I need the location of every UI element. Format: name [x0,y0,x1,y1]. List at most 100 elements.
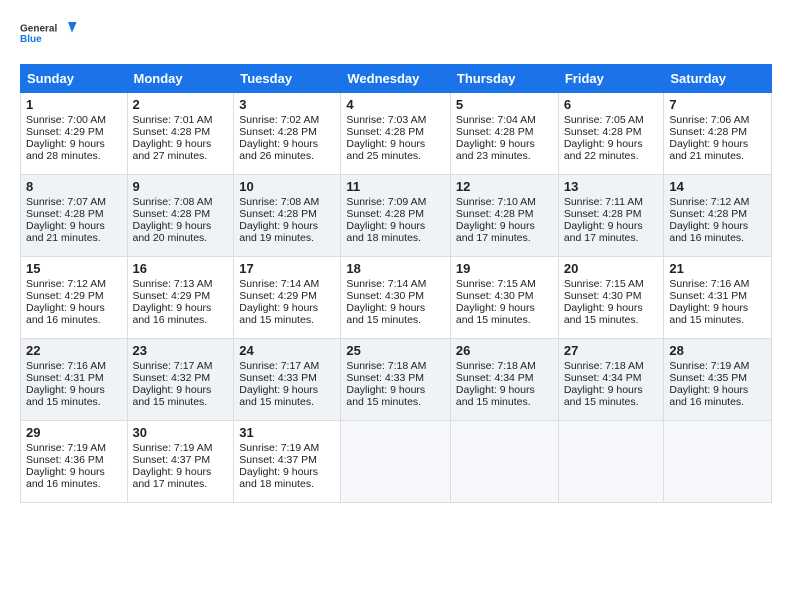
sunrise-time: Sunrise: 7:18 AM [564,360,644,372]
day-number: 12 [456,179,553,194]
weekday-header-thursday: Thursday [450,65,558,93]
day-number: 9 [133,179,229,194]
daylight-hours: Daylight: 9 hours and 17 minutes. [133,466,212,490]
calendar-cell: 20Sunrise: 7:15 AMSunset: 4:30 PMDayligh… [558,257,664,339]
sunrise-time: Sunrise: 7:18 AM [346,360,426,372]
daylight-hours: Daylight: 9 hours and 19 minutes. [239,220,318,244]
day-number: 31 [239,425,335,440]
calendar-cell: 9Sunrise: 7:08 AMSunset: 4:28 PMDaylight… [127,175,234,257]
sunrise-time: Sunrise: 7:19 AM [26,442,106,454]
week-row-4: 22Sunrise: 7:16 AMSunset: 4:31 PMDayligh… [21,339,772,421]
calendar: SundayMondayTuesdayWednesdayThursdayFrid… [20,64,772,503]
sunrise-time: Sunrise: 7:19 AM [133,442,213,454]
sunset-time: Sunset: 4:28 PM [239,126,317,138]
sunrise-time: Sunrise: 7:19 AM [669,360,749,372]
daylight-hours: Daylight: 9 hours and 21 minutes. [669,138,748,162]
sunset-time: Sunset: 4:28 PM [26,208,104,220]
week-row-1: 1Sunrise: 7:00 AMSunset: 4:29 PMDaylight… [21,93,772,175]
calendar-cell: 8Sunrise: 7:07 AMSunset: 4:28 PMDaylight… [21,175,128,257]
day-number: 10 [239,179,335,194]
calendar-cell: 11Sunrise: 7:09 AMSunset: 4:28 PMDayligh… [341,175,451,257]
sunrise-time: Sunrise: 7:12 AM [669,196,749,208]
day-number: 18 [346,261,445,276]
daylight-hours: Daylight: 9 hours and 22 minutes. [564,138,643,162]
calendar-cell: 26Sunrise: 7:18 AMSunset: 4:34 PMDayligh… [450,339,558,421]
daylight-hours: Daylight: 9 hours and 15 minutes. [239,384,318,408]
sunset-time: Sunset: 4:37 PM [239,454,317,466]
sunrise-time: Sunrise: 7:17 AM [133,360,213,372]
calendar-cell: 25Sunrise: 7:18 AMSunset: 4:33 PMDayligh… [341,339,451,421]
sunrise-time: Sunrise: 7:17 AM [239,360,319,372]
day-number: 2 [133,97,229,112]
daylight-hours: Daylight: 9 hours and 23 minutes. [456,138,535,162]
calendar-cell: 30Sunrise: 7:19 AMSunset: 4:37 PMDayligh… [127,421,234,503]
sunset-time: Sunset: 4:28 PM [456,208,534,220]
sunrise-time: Sunrise: 7:12 AM [26,278,106,290]
sunrise-time: Sunrise: 7:11 AM [564,196,643,208]
sunset-time: Sunset: 4:28 PM [564,208,642,220]
sunset-time: Sunset: 4:32 PM [133,372,211,384]
day-number: 6 [564,97,659,112]
sunset-time: Sunset: 4:28 PM [239,208,317,220]
daylight-hours: Daylight: 9 hours and 16 minutes. [669,384,748,408]
daylight-hours: Daylight: 9 hours and 18 minutes. [346,220,425,244]
week-row-3: 15Sunrise: 7:12 AMSunset: 4:29 PMDayligh… [21,257,772,339]
calendar-cell: 17Sunrise: 7:14 AMSunset: 4:29 PMDayligh… [234,257,341,339]
sunrise-time: Sunrise: 7:08 AM [133,196,213,208]
day-number: 5 [456,97,553,112]
daylight-hours: Daylight: 9 hours and 15 minutes. [346,302,425,326]
day-number: 8 [26,179,122,194]
sunrise-time: Sunrise: 7:18 AM [456,360,536,372]
daylight-hours: Daylight: 9 hours and 17 minutes. [564,220,643,244]
calendar-cell: 3Sunrise: 7:02 AMSunset: 4:28 PMDaylight… [234,93,341,175]
day-number: 21 [669,261,766,276]
sunset-time: Sunset: 4:30 PM [564,290,642,302]
day-number: 1 [26,97,122,112]
sunset-time: Sunset: 4:28 PM [133,126,211,138]
sunrise-time: Sunrise: 7:14 AM [346,278,426,290]
day-number: 16 [133,261,229,276]
sunset-time: Sunset: 4:37 PM [133,454,211,466]
daylight-hours: Daylight: 9 hours and 15 minutes. [26,384,105,408]
day-number: 4 [346,97,445,112]
sunset-time: Sunset: 4:28 PM [456,126,534,138]
sunset-time: Sunset: 4:34 PM [564,372,642,384]
sunrise-time: Sunrise: 7:07 AM [26,196,106,208]
sunset-time: Sunset: 4:28 PM [669,126,747,138]
sunset-time: Sunset: 4:28 PM [346,126,424,138]
daylight-hours: Daylight: 9 hours and 17 minutes. [456,220,535,244]
day-number: 24 [239,343,335,358]
sunrise-time: Sunrise: 7:15 AM [456,278,536,290]
daylight-hours: Daylight: 9 hours and 16 minutes. [26,466,105,490]
daylight-hours: Daylight: 9 hours and 15 minutes. [564,384,643,408]
generalblue-logo-icon: General Blue [20,16,80,56]
calendar-cell [664,421,772,503]
daylight-hours: Daylight: 9 hours and 25 minutes. [346,138,425,162]
weekday-header-friday: Friday [558,65,664,93]
day-number: 7 [669,97,766,112]
sunset-time: Sunset: 4:29 PM [239,290,317,302]
sunset-time: Sunset: 4:29 PM [133,290,211,302]
sunrise-time: Sunrise: 7:00 AM [26,114,106,126]
sunset-time: Sunset: 4:31 PM [669,290,747,302]
calendar-cell: 10 Sunrise: 7:08 AMSunset: 4:28 PMDayligh… [234,175,341,257]
weekday-header-sunday: Sunday [21,65,128,93]
week-row-2: 8Sunrise: 7:07 AMSunset: 4:28 PMDaylight… [21,175,772,257]
sunrise-time: Sunrise: 7:05 AM [564,114,644,126]
daylight-hours: Daylight: 9 hours and 16 minutes. [133,302,212,326]
day-number: 11 [346,179,445,194]
day-number: 3 [239,97,335,112]
sunset-time: Sunset: 4:31 PM [26,372,104,384]
sunrise-time: Sunrise: 7:08 AM [239,196,319,208]
calendar-cell: 4Sunrise: 7:03 AMSunset: 4:28 PMDaylight… [341,93,451,175]
svg-text:Blue: Blue [20,34,42,45]
calendar-cell: 31Sunrise: 7:19 AMSunset: 4:37 PMDayligh… [234,421,341,503]
day-number: 14 [669,179,766,194]
sunset-time: Sunset: 4:29 PM [26,290,104,302]
calendar-cell: 22Sunrise: 7:16 AMSunset: 4:31 PMDayligh… [21,339,128,421]
day-number: 25 [346,343,445,358]
calendar-cell: 18Sunrise: 7:14 AMSunset: 4:30 PMDayligh… [341,257,451,339]
day-number: 20 [564,261,659,276]
sunrise-time: Sunrise: 7:04 AM [456,114,536,126]
sunset-time: Sunset: 4:30 PM [456,290,534,302]
